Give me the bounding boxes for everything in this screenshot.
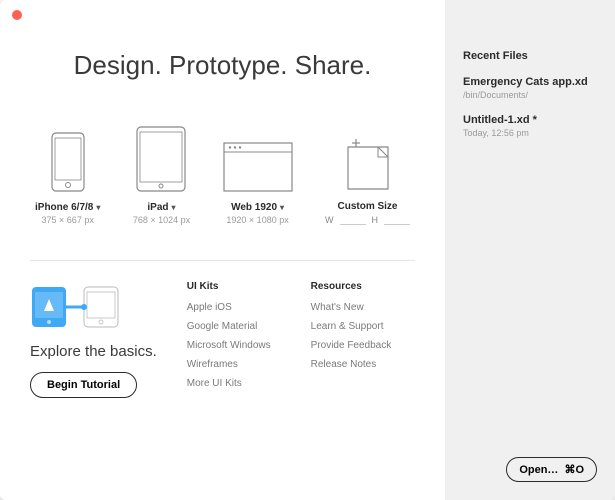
- divider: [30, 260, 415, 261]
- column-head: Resources: [311, 281, 392, 292]
- open-shortcut: ⌘O: [564, 463, 584, 476]
- template-dim: 1920 × 1080 px: [226, 215, 288, 225]
- column-head: UI Kits: [187, 281, 271, 292]
- chevron-down-icon: ▾: [280, 203, 284, 212]
- uikits-column: UI Kits Apple iOS Google Material Micros…: [187, 281, 271, 398]
- template-label: Web 1920: [231, 202, 277, 213]
- width-label: W: [325, 215, 334, 225]
- recent-file-path: /bin/Documents/: [463, 90, 597, 100]
- ipad-icon: [136, 122, 186, 192]
- sidebar-head: Recent Files: [463, 50, 597, 62]
- recent-file[interactable]: Untitled-1.xd * Today, 12:56 pm: [463, 114, 597, 138]
- custom-size-inputs: W H: [325, 214, 410, 225]
- open-label: Open…: [519, 464, 558, 476]
- link-google-material[interactable]: Google Material: [187, 321, 271, 332]
- template-label: iPhone 6/7/8: [35, 202, 93, 213]
- link-whats-new[interactable]: What's New: [311, 302, 392, 313]
- tutorial-illustration: [30, 281, 120, 331]
- tutorial-text: Explore the basics.: [30, 343, 157, 360]
- recent-file-path: Today, 12:56 pm: [463, 128, 597, 138]
- template-dim: 768 × 1024 px: [133, 215, 190, 225]
- open-file-button[interactable]: Open… ⌘O: [506, 457, 597, 482]
- bottom-section: Explore the basics. Begin Tutorial UI Ki…: [30, 281, 415, 398]
- links-panel: UI Kits Apple iOS Google Material Micros…: [187, 281, 392, 398]
- custom-width-input[interactable]: [340, 214, 366, 225]
- begin-tutorial-button[interactable]: Begin Tutorial: [30, 372, 137, 398]
- link-provide-feedback[interactable]: Provide Feedback: [311, 340, 392, 351]
- template-label: Custom Size: [337, 201, 397, 212]
- tutorial-panel: Explore the basics. Begin Tutorial: [30, 281, 157, 398]
- custom-size-icon: [346, 121, 390, 191]
- iphone-icon: [51, 122, 85, 192]
- chevron-down-icon: ▾: [172, 203, 176, 212]
- link-release-notes[interactable]: Release Notes: [311, 359, 392, 370]
- start-window: Design. Prototype. Share. iPhone 6/7/8▾ …: [0, 0, 615, 500]
- template-row: iPhone 6/7/8▾ 375 × 667 px iPad▾ 768 × 1…: [30, 121, 415, 225]
- resources-column: Resources What's New Learn & Support Pro…: [311, 281, 392, 398]
- browser-icon: [223, 122, 293, 192]
- height-label: H: [372, 215, 379, 225]
- template-dim: 375 × 667 px: [42, 215, 94, 225]
- link-learn-support[interactable]: Learn & Support: [311, 321, 392, 332]
- template-iphone[interactable]: iPhone 6/7/8▾ 375 × 667 px: [35, 122, 100, 225]
- recent-file-name: Untitled-1.xd *: [463, 114, 597, 126]
- link-apple-ios[interactable]: Apple iOS: [187, 302, 271, 313]
- custom-height-input[interactable]: [384, 214, 410, 225]
- headline: Design. Prototype. Share.: [30, 50, 415, 81]
- window-controls: [12, 10, 22, 20]
- recent-file[interactable]: Emergency Cats app.xd /bin/Documents/: [463, 76, 597, 100]
- template-label: iPad: [147, 202, 168, 213]
- chevron-down-icon: ▾: [96, 203, 100, 212]
- recent-file-name: Emergency Cats app.xd: [463, 76, 597, 88]
- link-wireframes[interactable]: Wireframes: [187, 359, 271, 370]
- template-ipad[interactable]: iPad ▾ 768 × 1024 px: [133, 122, 190, 225]
- close-window-button[interactable]: [12, 10, 22, 20]
- template-custom[interactable]: Custom Size W H: [325, 121, 410, 225]
- template-web[interactable]: Web 1920▾ 1920 × 1080 px: [223, 122, 293, 225]
- main-panel: Design. Prototype. Share. iPhone 6/7/8▾ …: [0, 0, 445, 500]
- recent-files-sidebar: Recent Files Emergency Cats app.xd /bin/…: [445, 0, 615, 500]
- link-more-uikits[interactable]: More UI Kits: [187, 378, 271, 389]
- link-microsoft-windows[interactable]: Microsoft Windows: [187, 340, 271, 351]
